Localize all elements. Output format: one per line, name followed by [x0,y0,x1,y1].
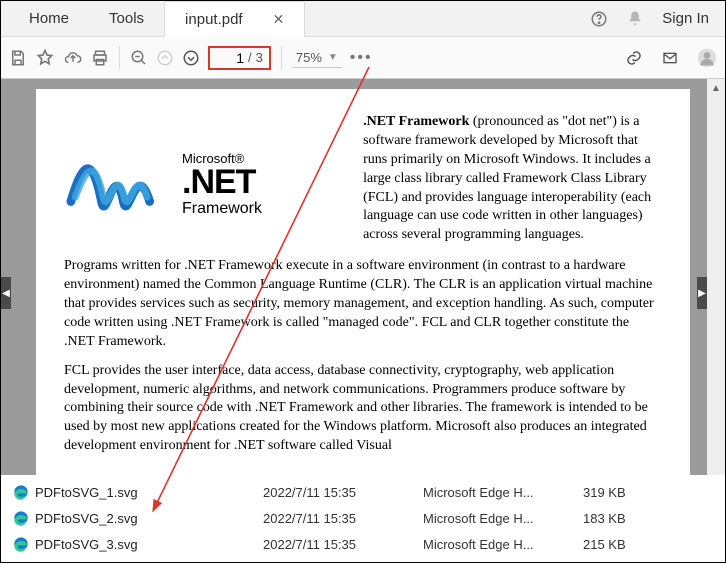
list-item[interactable]: PDFtoSVG_3.svg 2022/7/11 15:35 Microsoft… [13,531,713,557]
zoom-value: 75% [296,50,322,65]
tab-file-label: input.pdf [185,11,243,28]
tab-file[interactable]: input.pdf ✕ [164,1,305,37]
print-icon[interactable] [91,49,109,67]
tab-tools[interactable]: Tools [89,1,164,37]
bell-icon[interactable] [626,10,644,28]
cloud-upload-icon[interactable] [63,49,83,67]
file-app: Microsoft Edge H... [423,537,573,552]
page-current-input[interactable] [216,50,244,66]
toolbar: / 3 75% ▼ ••• [1,37,725,79]
mail-icon[interactable] [661,50,679,66]
chevron-down-icon: ▼ [328,52,338,63]
page-total: 3 [256,50,263,65]
intro-head: .NET Framework [363,114,469,129]
list-item[interactable]: PDFtoSVG_1.svg 2022/7/11 15:35 Microsoft… [13,479,713,505]
profile-icon[interactable] [697,48,717,68]
pdf-page: Microsoft® .NET Framework .NET Framework… [36,89,690,475]
separator [281,46,282,70]
list-item[interactable]: PDFtoSVG_2.svg 2022/7/11 15:35 Microsoft… [13,505,713,531]
file-size: 183 KB [583,511,663,526]
page-down-icon[interactable] [182,49,200,67]
help-icon[interactable] [590,10,608,28]
page-up-icon[interactable] [156,49,174,67]
edge-icon [13,484,29,500]
paragraph-3: FCL provides the user interface, data ac… [64,362,662,456]
right-panel-grip[interactable]: ▶ [697,277,707,309]
link-icon[interactable] [625,49,643,67]
file-name: PDFtoSVG_1.svg [35,485,138,500]
separator [119,46,120,70]
file-app: Microsoft Edge H... [423,485,573,500]
file-date: 2022/7/11 15:35 [263,511,413,526]
file-list: PDFtoSVG_1.svg 2022/7/11 15:35 Microsoft… [1,475,725,562]
save-icon[interactable] [9,49,27,67]
intro-text: (pronounced as "dot net") is a software … [363,114,651,242]
page-indicator: / 3 [208,46,271,70]
zoom-out-icon[interactable] [130,49,148,67]
dotnet-logo: Microsoft® .NET Framework [64,113,339,245]
file-date: 2022/7/11 15:35 [263,485,413,500]
file-size: 319 KB [583,485,663,500]
close-icon[interactable]: ✕ [273,11,285,28]
zoom-select[interactable]: 75% ▼ [292,48,342,68]
tab-home[interactable]: Home [9,1,89,37]
paragraph-2: Programs written for .NET Framework exec… [64,257,662,351]
signin-link[interactable]: Sign In [662,10,709,27]
scroll-up-icon[interactable]: ▲ [707,79,725,97]
edge-icon [13,510,29,526]
intro-paragraph: .NET Framework (pronounced as "dot net")… [363,113,662,245]
wave-icon [64,149,174,219]
file-name: PDFtoSVG_2.svg [35,511,138,526]
file-app: Microsoft Edge H... [423,511,573,526]
more-icon[interactable]: ••• [350,49,373,67]
star-icon[interactable] [35,48,55,68]
logo-fw: Framework [182,201,262,218]
file-size: 215 KB [583,537,663,552]
file-date: 2022/7/11 15:35 [263,537,413,552]
file-name: PDFtoSVG_3.svg [35,537,138,552]
tab-bar: Home Tools input.pdf ✕ Sign In [1,1,725,37]
scrollbar[interactable]: ▲ [707,79,725,475]
page-sep: / [248,50,252,65]
logo-big: .NET [182,165,262,201]
left-panel-grip[interactable]: ◀ [1,277,11,309]
pdf-viewer: ◀ ▶ ▲ Microsoft® .NET Framework .NET Fra… [1,79,725,475]
edge-icon [13,536,29,552]
